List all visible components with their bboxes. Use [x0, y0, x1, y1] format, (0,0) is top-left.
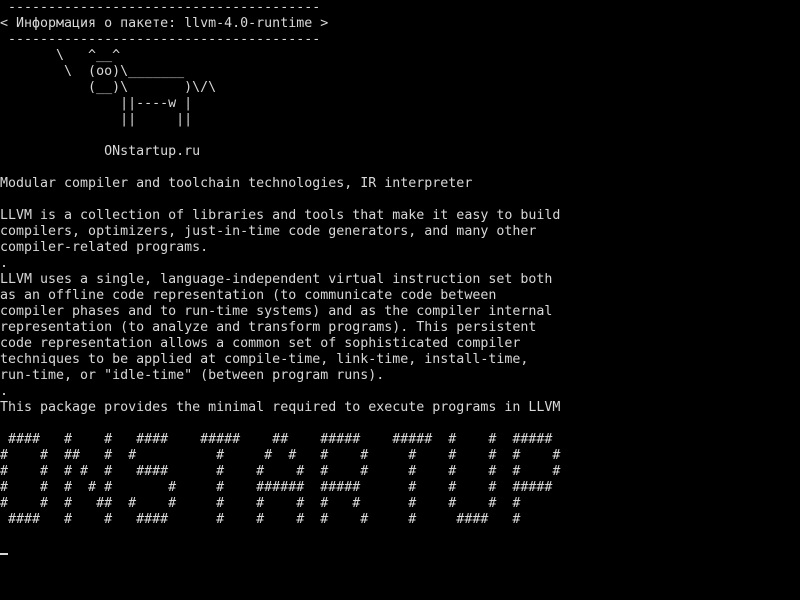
description-line: code representation allows a common set … — [0, 336, 521, 351]
cow-art-line: \ (oo)\_______ — [0, 64, 185, 79]
description-line: compiler phases and to run-time systems)… — [0, 304, 553, 319]
text-cursor[interactable] — [0, 553, 8, 555]
cow-art-line: ||----w | — [0, 96, 193, 111]
description-line: representation (to analyze and transform… — [0, 320, 537, 335]
cowsay-border-top: --------------------------------------- — [0, 0, 321, 15]
cow-art-line: (__)\ )\/\ — [0, 80, 217, 95]
banner-line: # # # # # #### # # # # # # # # # # — [0, 464, 561, 479]
description-line: compilers, optimizers, just-in-time code… — [0, 224, 537, 239]
banner-line: #### # # #### # # # # # # #### # — [0, 512, 521, 527]
description-line: techniques to be applied at compile-time… — [0, 352, 529, 367]
description-line: LLVM uses a single, language-independent… — [0, 272, 553, 287]
terminal-screen: --------------------------------------- … — [0, 0, 800, 600]
description-line: . — [0, 256, 9, 271]
cowsay-bubble-text: < Информация о пакете: llvm-4.0-runtime … — [0, 16, 329, 31]
banner-line: # # # ## # # # # # # # # # # # — [0, 496, 521, 511]
cow-art-line: || || — [0, 112, 193, 127]
description-line: compiler-related programs. — [0, 240, 209, 255]
package-summary: Modular compiler and toolchain technolog… — [0, 176, 473, 191]
description-line: . — [0, 384, 9, 399]
banner-line: # # ## # # # # # # # # # # # # — [0, 448, 561, 463]
description-line: run-time, or "idle-time" (between progra… — [0, 368, 385, 383]
banner-line: # # # # # # # ###### ##### # # # ##### — [0, 480, 553, 495]
site-name: ONstartup.ru — [0, 144, 201, 159]
description-line: LLVM is a collection of libraries and to… — [0, 208, 561, 223]
description-line: as an offline code representation (to co… — [0, 288, 497, 303]
banner-line: #### # # #### ##### ## ##### ##### # # #… — [0, 432, 553, 447]
cow-art-line: \ ^__^ — [0, 48, 121, 63]
cowsay-border-bottom: --------------------------------------- — [0, 32, 321, 47]
description-line: This package provides the minimal requir… — [0, 400, 561, 415]
